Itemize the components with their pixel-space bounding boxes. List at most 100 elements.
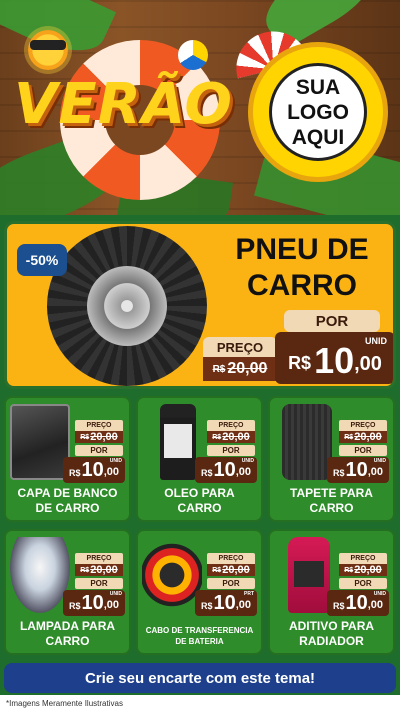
old-price-value: 20,00 xyxy=(354,564,382,576)
price-unit: UNID xyxy=(373,458,386,464)
product-name: OLEO PARA CARRO xyxy=(138,486,261,516)
por-label: POR xyxy=(207,445,255,456)
por-label: POR xyxy=(339,578,387,589)
preco-label: PREÇO xyxy=(207,553,255,564)
product-name-line-2: CARRO xyxy=(309,501,354,515)
new-price-decimal: ,00 xyxy=(103,466,120,478)
oil-bottle-image xyxy=(160,404,196,480)
product-card-jumper-cable[interactable]: PREÇO R$ 20,00 POR PRT R$ 10 ,00 CABO DE … xyxy=(136,529,263,655)
old-price-value: 20,00 xyxy=(222,564,250,576)
sunglasses-icon xyxy=(30,40,66,50)
lamp-bulb-image xyxy=(10,537,70,613)
new-price-currency: R$ xyxy=(288,353,312,373)
new-price-integer: 10 xyxy=(81,592,104,614)
new-price-integer: 10 xyxy=(345,459,368,481)
por-label: POR xyxy=(207,578,255,589)
old-price: R$ 20,00 xyxy=(203,357,277,381)
new-price-currency: R$ xyxy=(200,601,213,611)
logo-line-3: AQUI xyxy=(291,125,345,149)
product-name-line-2: CARRO xyxy=(177,501,222,515)
old-price: R$ 20,00 xyxy=(207,564,255,576)
new-price-decimal: ,00 xyxy=(235,466,252,478)
product-name: LAMPADA PARA CARRO xyxy=(6,619,129,649)
new-price: UNID R$ 10 ,00 xyxy=(63,590,125,616)
jumper-cable-image xyxy=(142,537,202,613)
new-price: UNID R$ 10 ,00 xyxy=(327,590,389,616)
featured-title-line-2: CARRO xyxy=(247,269,357,302)
product-name-line-1: ADITIVO PARA xyxy=(288,619,375,633)
logo-line-2: LOGO xyxy=(287,100,349,124)
product-name: ADITIVO PARA RADIADOR xyxy=(270,619,393,649)
por-label: POR xyxy=(75,578,123,589)
preco-label: PREÇO xyxy=(339,553,387,564)
product-name: CABO DE TRANSFERENCIA DE BATERIA xyxy=(138,625,261,647)
product-card-oil[interactable]: PREÇO R$ 20,00 POR UNID R$ 10 ,00 OLEO PA… xyxy=(136,396,263,522)
tire-product-image xyxy=(47,226,207,386)
new-price-currency: R$ xyxy=(200,468,213,478)
new-price-decimal: ,00 xyxy=(367,466,384,478)
old-price-value: 20,00 xyxy=(222,431,250,443)
old-price-value: 20,00 xyxy=(227,360,268,377)
logo-placeholder-text: SUA LOGO AQUI xyxy=(269,63,367,161)
por-label: POR xyxy=(75,445,123,456)
price-unit: PRT xyxy=(244,591,254,597)
new-price-integer: 10 xyxy=(213,459,236,481)
old-price: R$ 20,00 xyxy=(75,564,123,576)
old-price-currency: R$ xyxy=(212,363,226,375)
price-unit: UNID xyxy=(109,591,122,597)
product-card-floor-mat[interactable]: PREÇO R$ 20,00 POR UNID R$ 10 ,00 TAPETE … xyxy=(268,396,395,522)
product-name-line-1: CAPA DE BANCO xyxy=(17,486,118,500)
por-label: POR xyxy=(339,445,387,456)
preco-label: PREÇO xyxy=(203,337,277,357)
new-price-currency: R$ xyxy=(332,468,345,478)
featured-title-line-1: PNEU DE xyxy=(235,233,369,266)
price-unit: UNID xyxy=(241,458,254,464)
old-price: R$ 20,00 xyxy=(339,431,387,443)
product-name: CAPA DE BANCO DE CARRO xyxy=(6,486,129,516)
discount-badge: -50% xyxy=(17,244,67,276)
new-price-integer: 10 xyxy=(213,592,236,614)
price-unit: UNID xyxy=(109,458,122,464)
product-card-radiator-additive[interactable]: PREÇO R$ 20,00 POR UNID R$ 10 ,00 ADITIVO… xyxy=(268,529,395,655)
new-price-currency: R$ xyxy=(68,468,81,478)
new-price-integer: 10 xyxy=(81,459,104,481)
old-price-value: 20,00 xyxy=(90,564,118,576)
product-name-line-1: LAMPADA PARA xyxy=(19,619,116,633)
new-price: PRT R$ 10 ,00 xyxy=(195,590,257,616)
old-price-currency: R$ xyxy=(80,566,90,574)
logo-placeholder-badge[interactable]: SUA LOGO AQUI xyxy=(248,42,388,182)
product-card-lamp[interactable]: PREÇO R$ 20,00 POR UNID R$ 10 ,00 LAMPADA… xyxy=(4,529,131,655)
new-price-decimal: ,00 xyxy=(235,599,252,611)
new-price-integer: 10 xyxy=(345,592,368,614)
preco-label: PREÇO xyxy=(75,553,123,564)
old-price: R$ 20,00 xyxy=(75,431,123,443)
new-price: UNID R$ 10 ,00 xyxy=(63,457,125,483)
old-price-currency: R$ xyxy=(344,433,354,441)
beach-ball-icon xyxy=(178,40,208,70)
featured-product-title: PNEU DE CARRO xyxy=(212,232,392,304)
old-price-value: 20,00 xyxy=(354,431,382,443)
old-price-currency: R$ xyxy=(344,566,354,574)
por-label: POR xyxy=(284,310,380,332)
old-price: R$ 20,00 xyxy=(339,564,387,576)
featured-product-card[interactable]: -50% PNEU DE CARRO POR PREÇO R$ 20,00 UN… xyxy=(4,221,396,389)
floor-mat-image xyxy=(282,404,332,480)
old-price-value: 20,00 xyxy=(90,431,118,443)
new-price-currency: R$ xyxy=(332,601,345,611)
product-name-line-1: TAPETE PARA xyxy=(290,486,373,500)
summer-header-banner: VERÃO SUA LOGO AQUI xyxy=(0,0,400,215)
product-name-line-2: DE CARRO xyxy=(35,501,100,515)
product-card-seat-cover[interactable]: PREÇO R$ 20,00 POR UNID R$ 10 ,00 CAPA DE… xyxy=(4,396,131,522)
new-price-integer: 10 xyxy=(314,340,355,381)
new-price-decimal: ,00 xyxy=(354,353,382,375)
additive-bottle-image xyxy=(288,537,330,613)
new-price: UNID R$ 10 ,00 xyxy=(275,332,393,384)
new-price: UNID R$ 10 ,00 xyxy=(195,457,257,483)
logo-line-1: SUA xyxy=(295,75,341,99)
product-name-line-2: DE BATERIA xyxy=(175,637,224,646)
product-name-line-1: CABO DE TRANSFERENCIA xyxy=(145,626,254,635)
theme-title: VERÃO xyxy=(14,72,233,137)
create-flyer-button[interactable]: Crie seu encarte com este tema! xyxy=(4,663,396,693)
product-name: TAPETE PARA CARRO xyxy=(270,486,393,516)
old-price-currency: R$ xyxy=(212,566,222,574)
